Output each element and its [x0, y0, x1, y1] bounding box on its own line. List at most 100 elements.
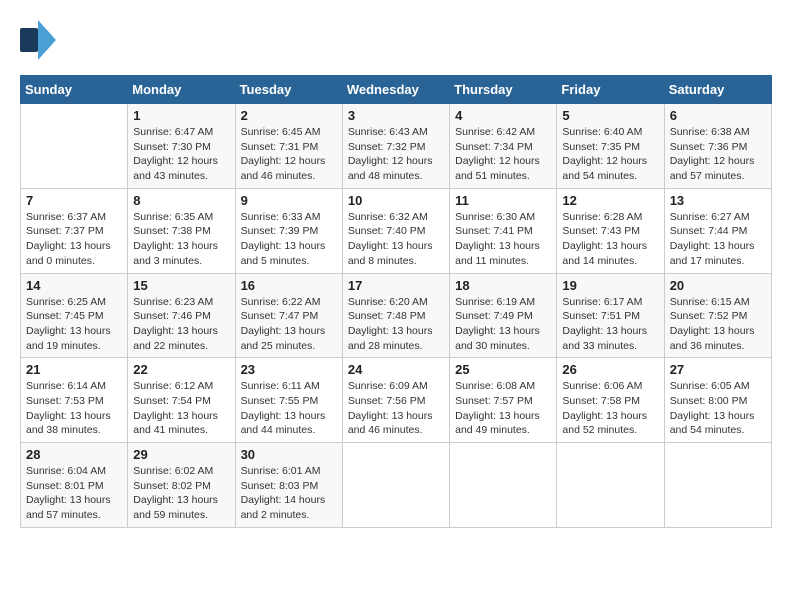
day-number: 24 — [348, 362, 444, 377]
calendar-cell: 16 Sunrise: 6:22 AM Sunset: 7:47 PM Dayli… — [235, 273, 342, 358]
day-header-friday: Friday — [557, 76, 664, 104]
calendar-cell: 15 Sunrise: 6:23 AM Sunset: 7:46 PM Dayli… — [128, 273, 235, 358]
day-info: Sunrise: 6:35 AM Sunset: 7:38 PM Dayligh… — [133, 210, 229, 269]
day-info: Sunrise: 6:20 AM Sunset: 7:48 PM Dayligh… — [348, 295, 444, 354]
calendar-cell: 11 Sunrise: 6:30 AM Sunset: 7:41 PM Dayli… — [450, 188, 557, 273]
page-header — [20, 20, 772, 65]
day-number: 10 — [348, 193, 444, 208]
calendar-cell — [557, 443, 664, 528]
calendar-cell — [664, 443, 771, 528]
day-number: 16 — [241, 278, 337, 293]
calendar-week-1: 7 Sunrise: 6:37 AM Sunset: 7:37 PM Daylig… — [21, 188, 772, 273]
day-info: Sunrise: 6:14 AM Sunset: 7:53 PM Dayligh… — [26, 379, 122, 438]
calendar-cell — [21, 104, 128, 189]
day-info: Sunrise: 6:32 AM Sunset: 7:40 PM Dayligh… — [348, 210, 444, 269]
calendar-week-0: 1 Sunrise: 6:47 AM Sunset: 7:30 PM Daylig… — [21, 104, 772, 189]
day-number: 9 — [241, 193, 337, 208]
calendar-cell: 3 Sunrise: 6:43 AM Sunset: 7:32 PM Daylig… — [342, 104, 449, 189]
day-info: Sunrise: 6:05 AM Sunset: 8:00 PM Dayligh… — [670, 379, 766, 438]
calendar-week-4: 28Sunrise: 6:04 AM Sunset: 8:01 PM Dayli… — [21, 443, 772, 528]
calendar-cell: 5 Sunrise: 6:40 AM Sunset: 7:35 PM Daylig… — [557, 104, 664, 189]
day-number: 22 — [133, 362, 229, 377]
day-number: 12 — [562, 193, 658, 208]
day-header-wednesday: Wednesday — [342, 76, 449, 104]
day-info: Sunrise: 6:06 AM Sunset: 7:58 PM Dayligh… — [562, 379, 658, 438]
calendar-cell — [342, 443, 449, 528]
calendar-cell: 18 Sunrise: 6:19 AM Sunset: 7:49 PM Dayli… — [450, 273, 557, 358]
calendar-cell — [450, 443, 557, 528]
day-number: 3 — [348, 108, 444, 123]
day-number: 27 — [670, 362, 766, 377]
calendar-cell: 9Sunrise: 6:33 AM Sunset: 7:39 PM Daylig… — [235, 188, 342, 273]
day-number: 15 — [133, 278, 229, 293]
day-number: 23 — [241, 362, 337, 377]
day-info: Sunrise: 6:08 AM Sunset: 7:57 PM Dayligh… — [455, 379, 551, 438]
day-info: Sunrise: 6:01 AM Sunset: 8:03 PM Dayligh… — [241, 464, 337, 523]
day-info: Sunrise: 6:30 AM Sunset: 7:41 PM Dayligh… — [455, 210, 551, 269]
calendar-cell: 12 Sunrise: 6:28 AM Sunset: 7:43 PM Dayli… — [557, 188, 664, 273]
day-number: 19 — [562, 278, 658, 293]
calendar-week-3: 21 Sunrise: 6:14 AM Sunset: 7:53 PM Dayli… — [21, 358, 772, 443]
logo — [20, 20, 60, 65]
calendar-cell: 28Sunrise: 6:04 AM Sunset: 8:01 PM Dayli… — [21, 443, 128, 528]
calendar-week-2: 14 Sunrise: 6:25 AM Sunset: 7:45 PM Dayli… — [21, 273, 772, 358]
day-info: Sunrise: 6:42 AM Sunset: 7:34 PM Dayligh… — [455, 125, 551, 184]
calendar-cell: 8 Sunrise: 6:35 AM Sunset: 7:38 PM Daylig… — [128, 188, 235, 273]
day-info: Sunrise: 6:25 AM Sunset: 7:45 PM Dayligh… — [26, 295, 122, 354]
calendar-cell: 23 Sunrise: 6:11 AM Sunset: 7:55 PM Dayli… — [235, 358, 342, 443]
day-info: Sunrise: 6:17 AM Sunset: 7:51 PM Dayligh… — [562, 295, 658, 354]
calendar-cell: 13 Sunrise: 6:27 AM Sunset: 7:44 PM Dayli… — [664, 188, 771, 273]
calendar-cell: 2Sunrise: 6:45 AM Sunset: 7:31 PM Daylig… — [235, 104, 342, 189]
day-number: 30 — [241, 447, 337, 462]
day-info: Sunrise: 6:09 AM Sunset: 7:56 PM Dayligh… — [348, 379, 444, 438]
day-header-saturday: Saturday — [664, 76, 771, 104]
calendar-cell: 25 Sunrise: 6:08 AM Sunset: 7:57 PM Dayli… — [450, 358, 557, 443]
day-number: 28 — [26, 447, 122, 462]
day-header-monday: Monday — [128, 76, 235, 104]
day-number: 17 — [348, 278, 444, 293]
day-info: Sunrise: 6:40 AM Sunset: 7:35 PM Dayligh… — [562, 125, 658, 184]
day-number: 13 — [670, 193, 766, 208]
calendar-cell: 19 Sunrise: 6:17 AM Sunset: 7:51 PM Dayli… — [557, 273, 664, 358]
day-info: Sunrise: 6:43 AM Sunset: 7:32 PM Dayligh… — [348, 125, 444, 184]
day-number: 7 — [26, 193, 122, 208]
day-number: 1 — [133, 108, 229, 123]
day-info: Sunrise: 6:19 AM Sunset: 7:49 PM Dayligh… — [455, 295, 551, 354]
day-info: Sunrise: 6:15 AM Sunset: 7:52 PM Dayligh… — [670, 295, 766, 354]
calendar-cell: 20Sunrise: 6:15 AM Sunset: 7:52 PM Dayli… — [664, 273, 771, 358]
calendar-cell: 27 Sunrise: 6:05 AM Sunset: 8:00 PM Dayli… — [664, 358, 771, 443]
calendar-table: SundayMondayTuesdayWednesdayThursdayFrid… — [20, 75, 772, 528]
calendar-cell: 30 Sunrise: 6:01 AM Sunset: 8:03 PM Dayli… — [235, 443, 342, 528]
day-number: 21 — [26, 362, 122, 377]
calendar-cell: 4 Sunrise: 6:42 AM Sunset: 7:34 PM Daylig… — [450, 104, 557, 189]
day-info: Sunrise: 6:27 AM Sunset: 7:44 PM Dayligh… — [670, 210, 766, 269]
day-number: 4 — [455, 108, 551, 123]
day-info: Sunrise: 6:22 AM Sunset: 7:47 PM Dayligh… — [241, 295, 337, 354]
day-number: 25 — [455, 362, 551, 377]
day-info: Sunrise: 6:45 AM Sunset: 7:31 PM Dayligh… — [241, 125, 337, 184]
calendar-cell: 24 Sunrise: 6:09 AM Sunset: 7:56 PM Dayli… — [342, 358, 449, 443]
day-number: 11 — [455, 193, 551, 208]
day-info: Sunrise: 6:02 AM Sunset: 8:02 PM Dayligh… — [133, 464, 229, 523]
day-header-tuesday: Tuesday — [235, 76, 342, 104]
calendar-cell: 6 Sunrise: 6:38 AM Sunset: 7:36 PM Daylig… — [664, 104, 771, 189]
day-number: 8 — [133, 193, 229, 208]
day-number: 18 — [455, 278, 551, 293]
calendar-cell: 17 Sunrise: 6:20 AM Sunset: 7:48 PM Dayli… — [342, 273, 449, 358]
day-number: 14 — [26, 278, 122, 293]
day-info: Sunrise: 6:47 AM Sunset: 7:30 PM Dayligh… — [133, 125, 229, 184]
day-info: Sunrise: 6:12 AM Sunset: 7:54 PM Dayligh… — [133, 379, 229, 438]
day-header-thursday: Thursday — [450, 76, 557, 104]
calendar-cell: 1 Sunrise: 6:47 AM Sunset: 7:30 PM Daylig… — [128, 104, 235, 189]
day-info: Sunrise: 6:37 AM Sunset: 7:37 PM Dayligh… — [26, 210, 122, 269]
day-number: 5 — [562, 108, 658, 123]
calendar-header-row: SundayMondayTuesdayWednesdayThursdayFrid… — [21, 76, 772, 104]
day-info: Sunrise: 6:38 AM Sunset: 7:36 PM Dayligh… — [670, 125, 766, 184]
logo-icon — [20, 20, 56, 60]
day-number: 6 — [670, 108, 766, 123]
calendar-cell: 22 Sunrise: 6:12 AM Sunset: 7:54 PM Dayli… — [128, 358, 235, 443]
day-info: Sunrise: 6:23 AM Sunset: 7:46 PM Dayligh… — [133, 295, 229, 354]
day-info: Sunrise: 6:28 AM Sunset: 7:43 PM Dayligh… — [562, 210, 658, 269]
calendar-cell: 26Sunrise: 6:06 AM Sunset: 7:58 PM Dayli… — [557, 358, 664, 443]
day-info: Sunrise: 6:11 AM Sunset: 7:55 PM Dayligh… — [241, 379, 337, 438]
